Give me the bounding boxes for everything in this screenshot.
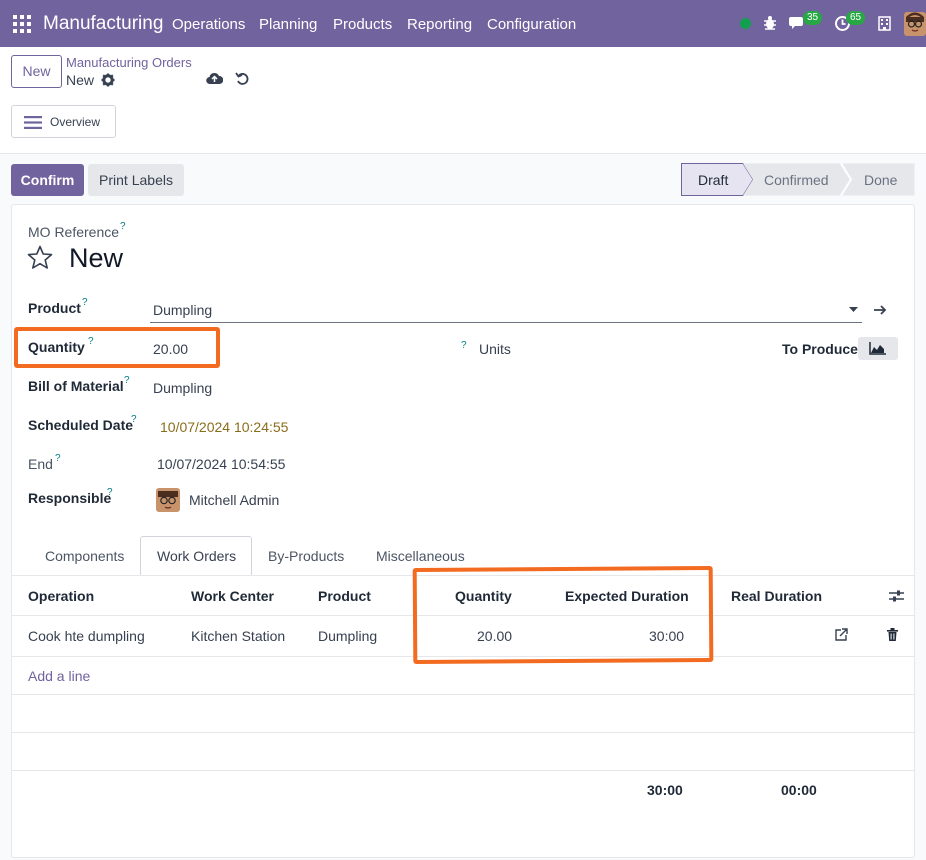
debug-bug-icon[interactable] xyxy=(762,15,778,31)
confirm-button[interactable]: Confirm xyxy=(11,164,84,196)
breadcrumb-manufacturing-orders[interactable]: Manufacturing Orders xyxy=(66,55,192,70)
overview-label: Overview xyxy=(50,115,101,129)
add-line-link[interactable]: Add a line xyxy=(28,668,90,684)
total-real-duration: 00:00 xyxy=(781,782,817,798)
to-produce-label: To Produce xyxy=(782,341,858,357)
tab-work-orders[interactable]: Work Orders xyxy=(157,548,236,564)
presence-status-icon[interactable] xyxy=(740,18,751,29)
star-favorite-icon[interactable] xyxy=(27,245,53,270)
help-mark[interactable]: ? xyxy=(82,297,88,308)
print-labels-button[interactable]: Print Labels xyxy=(88,164,184,196)
tab-miscellaneous[interactable]: Miscellaneous xyxy=(376,548,465,564)
activities-count-badge: 65 xyxy=(846,11,866,25)
bom-label: Bill of Material xyxy=(28,378,124,394)
save-cloud-icon[interactable] xyxy=(206,71,223,86)
mo-name[interactable]: New xyxy=(69,243,123,274)
tab-components[interactable]: Components xyxy=(45,548,124,564)
hamburger-icon xyxy=(24,116,42,129)
user-avatar[interactable] xyxy=(904,12,926,36)
help-mark[interactable]: ? xyxy=(55,453,61,464)
product-input[interactable]: Dumpling xyxy=(153,302,212,318)
quantity-highlight-box xyxy=(14,327,220,368)
row-divider xyxy=(12,732,914,733)
help-mark[interactable]: ? xyxy=(461,340,467,351)
scheduled-date-label: Scheduled Date xyxy=(28,417,134,433)
product-label: Product xyxy=(28,300,81,316)
row-divider xyxy=(12,770,914,771)
col-product[interactable]: Product xyxy=(318,588,371,604)
scheduled-date-field[interactable]: 10/07/2024 10:24:55 xyxy=(160,419,288,435)
row-divider xyxy=(12,694,914,695)
menu-planning[interactable]: Planning xyxy=(259,16,317,33)
company-building-icon[interactable] xyxy=(878,16,891,31)
gear-icon[interactable] xyxy=(101,73,115,87)
help-mark[interactable]: ? xyxy=(120,221,126,232)
open-external-icon[interactable] xyxy=(834,628,848,642)
row-operation[interactable]: Cook hte dumpling xyxy=(28,628,145,644)
new-button[interactable]: New xyxy=(11,55,62,88)
menu-reporting[interactable]: Reporting xyxy=(407,16,472,33)
internal-link-arrow-icon[interactable] xyxy=(873,304,887,316)
form-sheet xyxy=(11,204,915,858)
status-confirmed[interactable]: Confirmed xyxy=(764,172,829,188)
help-mark[interactable]: ? xyxy=(107,487,113,498)
col-operation[interactable]: Operation xyxy=(28,588,94,604)
messages-count-badge: 35 xyxy=(803,11,823,25)
breadcrumb-current: New xyxy=(66,72,95,88)
status-draft[interactable]: Draft xyxy=(698,172,728,188)
end-date-label: End xyxy=(28,456,53,472)
uom-field[interactable]: Units xyxy=(479,341,511,357)
app-title[interactable]: Manufacturing xyxy=(43,13,163,35)
col-work-center[interactable]: Work Center xyxy=(191,588,274,604)
trash-delete-icon[interactable] xyxy=(887,628,898,641)
help-mark[interactable]: ? xyxy=(131,414,137,425)
top-navbar: Manufacturing Operations Planning Produc… xyxy=(0,0,926,47)
end-date-field[interactable]: 10/07/2024 10:54:55 xyxy=(157,456,285,472)
col-real-duration[interactable]: Real Duration xyxy=(731,588,822,604)
help-mark[interactable]: ? xyxy=(124,375,130,386)
apps-menu-icon[interactable] xyxy=(13,15,31,33)
status-done[interactable]: Done xyxy=(864,172,897,188)
responsible-label: Responsible xyxy=(28,490,112,506)
product-input-underline xyxy=(150,322,862,323)
bom-field[interactable]: Dumpling xyxy=(153,380,212,396)
work-order-highlight-box xyxy=(412,565,714,665)
status-bar: Draft Confirmed Done xyxy=(681,163,915,196)
row-product[interactable]: Dumpling xyxy=(318,628,377,644)
forecast-chart-button[interactable] xyxy=(858,337,898,360)
total-expected-duration: 30:00 xyxy=(647,782,683,798)
column-settings-sliders-icon[interactable] xyxy=(889,589,904,603)
overview-button[interactable]: Overview xyxy=(11,105,116,138)
discard-undo-icon[interactable] xyxy=(235,71,249,86)
responsible-field[interactable]: Mitchell Admin xyxy=(189,492,279,508)
mo-reference-label: MO Reference xyxy=(28,224,120,240)
area-chart-icon xyxy=(869,342,886,355)
menu-configuration[interactable]: Configuration xyxy=(487,16,576,33)
menu-products[interactable]: Products xyxy=(333,16,392,33)
row-work-center[interactable]: Kitchen Station xyxy=(191,628,285,644)
tab-by-products[interactable]: By-Products xyxy=(268,548,344,564)
caret-down-icon[interactable] xyxy=(849,307,858,313)
menu-operations[interactable]: Operations xyxy=(172,16,245,33)
responsible-avatar xyxy=(156,488,180,512)
